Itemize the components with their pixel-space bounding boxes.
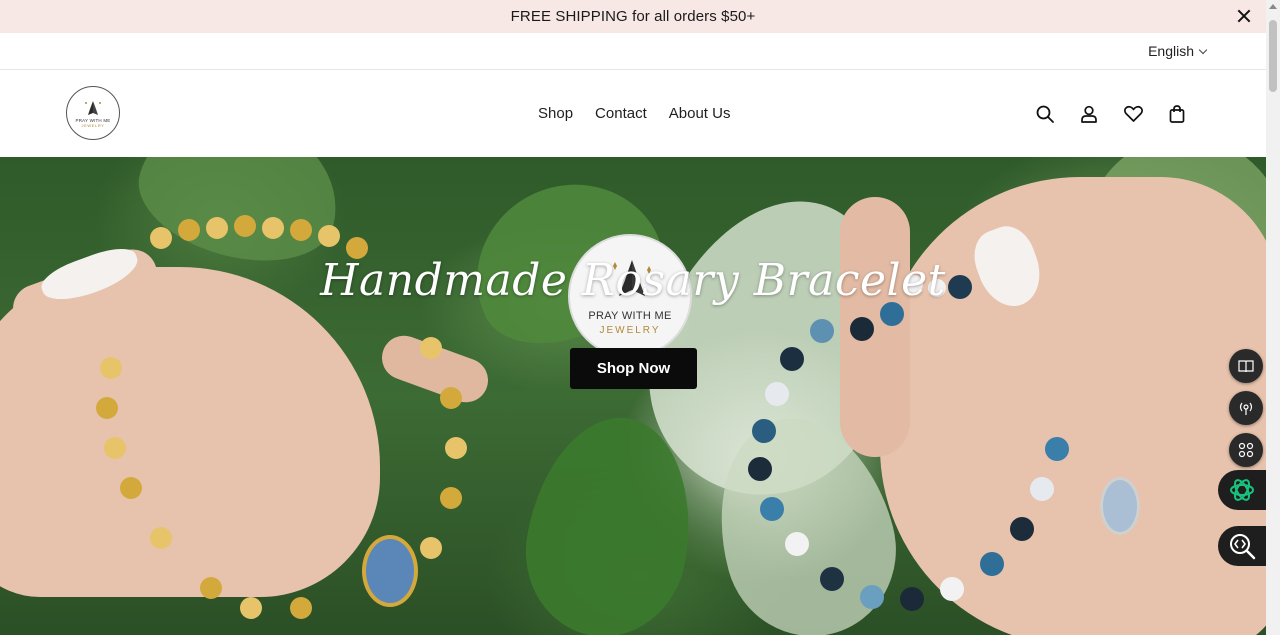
site-header: PRAY WITH ME JEWELRY Shop Contact About …	[0, 70, 1266, 157]
language-label: English	[1148, 43, 1194, 59]
bead	[980, 552, 1004, 576]
announcement-text: FREE SHIPPING for all orders $50+	[510, 8, 756, 25]
announcement-bar: FREE SHIPPING for all orders $50+	[0, 0, 1266, 33]
search-icon[interactable]	[1034, 103, 1056, 125]
site-logo[interactable]: PRAY WITH ME JEWELRY	[66, 86, 120, 140]
medal	[362, 535, 418, 607]
bead	[178, 219, 200, 241]
hand-right	[880, 177, 1266, 635]
bead	[100, 357, 122, 379]
bead	[810, 319, 834, 343]
utility-bar: English	[0, 33, 1266, 70]
ai-assistant-widget[interactable]	[1218, 470, 1266, 510]
bead	[850, 317, 874, 341]
hero-logo-subtext: JEWELRY	[599, 325, 661, 336]
code-search-icon	[1230, 534, 1256, 560]
bead	[150, 227, 172, 249]
code-search-widget[interactable]	[1218, 526, 1266, 566]
bead	[445, 437, 467, 459]
bead	[290, 219, 312, 241]
bead	[860, 585, 884, 609]
header-icons	[1034, 70, 1188, 157]
bead	[1030, 477, 1054, 501]
shop-now-button[interactable]: Shop Now	[570, 348, 697, 389]
bead	[206, 217, 228, 239]
apps-icon	[1238, 442, 1254, 458]
hero-title: Handmade Rosary Bracelet	[320, 255, 946, 306]
bead	[440, 487, 462, 509]
bead	[940, 577, 964, 601]
hero-logo-text: PRAY WITH ME	[588, 310, 672, 322]
bead	[262, 217, 284, 239]
bead	[820, 567, 844, 591]
chevron-down-icon	[1198, 45, 1208, 54]
hero-banner: PRAY WITH ME JEWELRY Handmade Rosary Bra…	[0, 157, 1266, 635]
bead	[318, 225, 340, 247]
bead	[240, 597, 262, 619]
page: FREE SHIPPING for all orders $50+ Englis…	[0, 0, 1266, 635]
nav-shop[interactable]: Shop	[538, 105, 573, 122]
bead	[765, 382, 789, 406]
bead	[1010, 517, 1034, 541]
ai-assistant-icon	[1230, 479, 1254, 501]
bead	[290, 597, 312, 619]
praying-hands-icon	[85, 100, 101, 115]
cart-icon[interactable]	[1166, 103, 1188, 125]
bead	[748, 457, 772, 481]
bead	[420, 337, 442, 359]
bead	[780, 347, 804, 371]
nav-about-us[interactable]: About Us	[669, 105, 731, 122]
nav-contact[interactable]: Contact	[595, 105, 647, 122]
logo-subtext: JEWELRY	[81, 122, 105, 128]
bead	[440, 387, 462, 409]
bead	[752, 419, 776, 443]
book-widget[interactable]	[1229, 349, 1263, 383]
bead	[900, 587, 924, 611]
bead	[234, 215, 256, 237]
bead	[760, 497, 784, 521]
book-icon	[1238, 360, 1254, 373]
bead	[420, 537, 442, 559]
bead	[150, 527, 172, 549]
scroll-thumb[interactable]	[1269, 20, 1277, 92]
apps-widget[interactable]	[1229, 433, 1263, 467]
close-icon[interactable]	[1234, 6, 1254, 26]
bead	[104, 437, 126, 459]
main-nav: Shop Contact About Us	[538, 70, 730, 157]
bead	[120, 477, 142, 499]
bead	[200, 577, 222, 599]
scrollbar[interactable]	[1266, 0, 1280, 635]
scroll-up-arrow-icon[interactable]	[1269, 4, 1277, 9]
bead	[1045, 437, 1069, 461]
bead	[785, 532, 809, 556]
language-selector[interactable]: English	[1148, 43, 1208, 59]
wishlist-icon[interactable]	[1122, 103, 1144, 125]
bead	[96, 397, 118, 419]
account-icon[interactable]	[1078, 103, 1100, 125]
radio-widget[interactable]	[1229, 391, 1263, 425]
medal	[1100, 477, 1140, 535]
radio-icon	[1239, 402, 1253, 415]
